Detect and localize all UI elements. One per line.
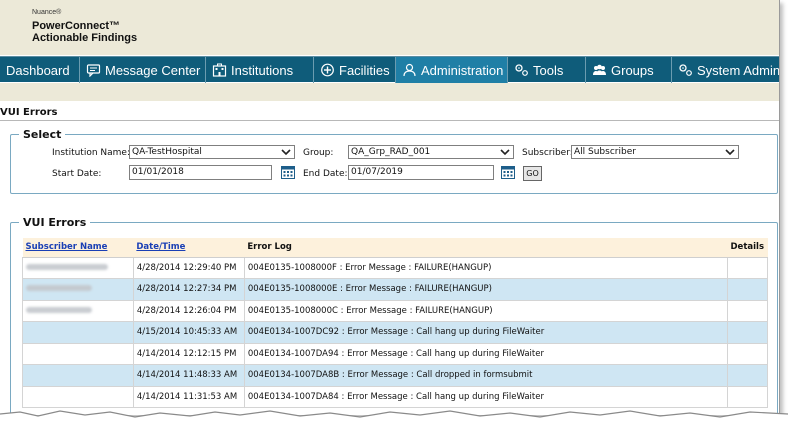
error-log-cell: 004E0134-1007DA94 : Error Message : Call… [243,342,729,365]
table-row: 4/14/2014 11:31:53 AM 004E0134-1007DA84 … [22,385,768,408]
plus-circle-icon [320,63,335,77]
datetime-cell: 4/14/2014 11:48:33 AM [132,364,245,387]
nav-label: Message Center [105,62,201,78]
nav-label: Tools [533,62,564,78]
column-header-date-time[interactable]: Date/Time [133,238,245,258]
column-header-subscriber-name[interactable]: Subscriber Name [22,238,134,258]
datetime-cell: 4/28/2014 12:27:34 PM [132,278,245,301]
datetime-cell: 4/14/2014 11:31:53 AM [132,385,245,408]
error-log-cell: 004E0135-1008000F : Error Message : FAIL… [243,256,729,279]
select-panel: Select [10,128,778,194]
end-date-input[interactable]: 01/07/2019 [348,165,494,180]
subscriber-name-cell [22,342,134,365]
table-header-row: Subscriber Name Date/Time Error Log Deta… [22,238,768,258]
nav-item-system-admin[interactable]: System Admin [672,57,780,83]
subscriber-value: All Subscriber [574,147,636,157]
table-row: 4/14/2014 12:12:15 PM 004E0134-1007DA94 … [22,342,768,365]
gears-icon [514,63,529,77]
go-button[interactable]: GO [523,166,542,181]
vui-errors-legend: VUI Errors [23,216,87,229]
redacted-name [26,263,108,270]
details-cell[interactable] [727,364,768,387]
calendar-icon[interactable] [501,165,515,179]
details-cell[interactable] [727,299,768,322]
subscriber-name-cell [22,299,134,322]
datetime-cell: 4/15/2014 10:45:33 AM [132,321,245,344]
datetime-cell: 4/28/2014 12:29:40 PM [132,256,245,279]
nav-label: Facilities [339,62,390,78]
table-row: 4/14/2014 11:48:33 AM 004E0134-1007DA8B … [22,364,768,387]
brand-vendor: Nuance® [32,9,62,16]
group-icon [592,63,607,77]
group-select[interactable]: QA_Grp_RAD_001 [348,145,514,159]
user-icon [402,63,417,77]
gears-icon [678,63,693,77]
table-row: 4/28/2014 12:26:04 PM 004E0135-1008000C … [22,299,768,322]
nav-label: Administration [421,62,504,78]
error-log-cell: 004E0134-1007DA8B : Error Message : Call… [243,364,729,387]
group-label: Group: [303,148,334,158]
divider [0,120,779,121]
calendar-icon[interactable] [281,165,295,179]
table-row: 4/28/2014 12:29:40 PM 004E0135-1008000F … [22,256,768,279]
table-row: 4/28/2014 12:27:34 PM 004E0135-1008000E … [22,278,768,301]
end-date-label: End Date: [303,169,348,179]
nav-label: Dashboard [6,62,70,78]
details-cell[interactable] [727,278,768,301]
details-cell[interactable] [727,321,768,344]
sub-header-band [0,83,779,101]
institution-value: QA-TestHospital [132,147,202,157]
start-date-label: Start Date: [52,169,102,179]
message-icon [86,63,101,77]
chevron-down-icon [500,149,510,156]
nav-item-message-center[interactable]: Message Center [80,57,206,83]
datetime-cell: 4/14/2014 12:12:15 PM [132,342,245,365]
details-cell[interactable] [727,385,768,408]
page-title: VUI Errors [0,107,58,118]
brand-product: PowerConnect™ [32,20,121,32]
vui-errors-table: Subscriber Name Date/Time Error Log Deta… [22,238,768,408]
error-log-cell: 004E0135-1008000C : Error Message : FAIL… [243,299,729,322]
nav-item-groups[interactable]: Groups [586,57,672,83]
subscriber-name-cell [22,278,134,301]
error-log-cell: 004E0135-1008000E : Error Message : FAIL… [243,278,729,301]
brand-subtitle: Actionable Findings [32,32,138,44]
institution-select[interactable]: QA-TestHospital [129,145,295,159]
subscriber-name-cell [22,385,134,408]
table-row: 4/15/2014 10:45:33 AM 004E0134-1007DC92 … [22,321,768,344]
subscriber-select[interactable]: All Subscriber [571,145,739,159]
nav-item-facilities[interactable]: Facilities [314,57,396,83]
chevron-down-icon [281,149,291,156]
subscriber-name-cell [22,256,134,279]
nav-item-dashboard[interactable]: Dashboard [0,57,80,83]
nav-label: Groups [611,62,654,78]
subscriber-label: Subscriber: [522,148,573,158]
column-header-details: Details [727,238,768,258]
group-value: QA_Grp_RAD_001 [351,147,431,157]
nav-item-tools[interactable]: Tools [508,57,586,83]
building-icon [212,63,227,77]
app-window: Nuance® PowerConnect™ Actionable Finding… [0,0,780,415]
header-bar: Nuance® PowerConnect™ Actionable Finding… [0,0,779,55]
details-cell[interactable] [727,256,768,279]
start-date-input[interactable]: 01/01/2018 [129,165,272,180]
select-legend: Select [23,128,62,141]
institution-label: Institution Name: [52,148,130,158]
chevron-down-icon [725,149,735,156]
details-cell[interactable] [727,342,768,365]
redacted-name [26,306,92,313]
nav-label: Institutions [231,62,294,78]
nav-item-administration[interactable]: Administration [396,57,508,83]
torn-edge [0,410,788,423]
nav-item-institutions[interactable]: Institutions [206,57,314,83]
subscriber-name-cell [22,364,134,387]
error-log-cell: 004E0134-1007DC92 : Error Message : Call… [243,321,729,344]
column-header-error-log: Error Log [244,238,728,258]
datetime-cell: 4/28/2014 12:26:04 PM [132,299,245,322]
error-log-cell: 004E0134-1007DA84 : Error Message : Call… [243,385,729,408]
redacted-name [26,285,92,292]
subscriber-name-cell [22,321,134,344]
main-nav: Dashboard Message Center Institutions Fa… [0,56,780,83]
nav-label: System Admin [697,62,780,78]
